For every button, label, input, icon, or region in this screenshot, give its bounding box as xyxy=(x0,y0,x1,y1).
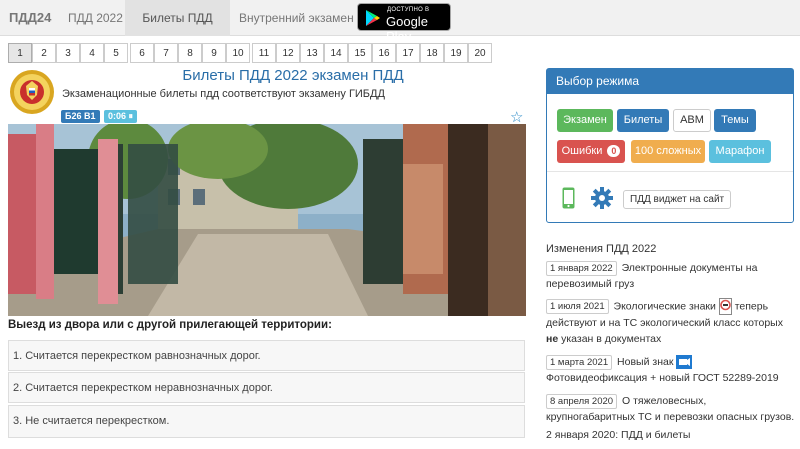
news-item: 1 марта 2021 Новый знак Фотовидеофиксаци… xyxy=(546,354,796,386)
errors-button[interactable]: Ошибки 0 xyxy=(557,140,625,163)
pager-item[interactable]: 14 xyxy=(324,43,348,63)
top-navbar: ПДД24 ПДД 2022 Билеты ПДД 2022 Внутренни… xyxy=(0,0,800,61)
pager-item[interactable]: 8 xyxy=(178,43,202,63)
question-text: Выезд из двора или с другой прилегающей … xyxy=(8,319,332,331)
pager-item[interactable]: 11 xyxy=(252,43,276,63)
pager-item[interactable]: 7 xyxy=(154,43,178,63)
google-play-icon xyxy=(366,10,380,26)
news-bold-word: не xyxy=(546,333,559,345)
pager-item[interactable]: 1 xyxy=(8,43,32,63)
news-text[interactable]: Экологические знаки xyxy=(614,300,716,312)
news-text-end[interactable]: указан в документах xyxy=(561,333,661,345)
errors-button-label: Ошибки xyxy=(561,145,603,157)
mode-panel-title: Выбор режима xyxy=(547,69,793,94)
google-play-big-text: Google Play xyxy=(386,14,428,44)
answer-option[interactable]: 2. Считается перекрестком неравнозначных… xyxy=(8,372,525,403)
marathon-button[interactable]: Марафон xyxy=(709,140,771,163)
timer-badge[interactable]: 0:06 ⏸ xyxy=(104,110,138,123)
pager-item[interactable]: 12 xyxy=(276,43,300,63)
nav-tickets-2022[interactable]: Билеты ПДД 2022 xyxy=(125,0,230,61)
pager-item[interactable]: 3 xyxy=(56,43,80,63)
news-date: 1 июля 2021 xyxy=(546,299,609,315)
news-item: 8 апреля 2020 О тяжеловесных, крупногаба… xyxy=(546,393,796,425)
pager-item[interactable]: 17 xyxy=(396,43,420,63)
camera-sign-icon xyxy=(676,355,693,370)
pager-item[interactable]: 10 xyxy=(226,43,250,63)
pager-item[interactable]: 20 xyxy=(468,43,492,63)
news-date: 1 января 2022 xyxy=(546,261,617,276)
tickets-button[interactable]: Билеты xyxy=(617,109,669,132)
exam-button[interactable]: Экзамен xyxy=(557,109,613,132)
panel-divider xyxy=(547,171,793,172)
news-section-title[interactable]: Изменения ПДД 2022 xyxy=(546,243,656,255)
topics-button[interactable]: Темы xyxy=(714,109,756,132)
news-text[interactable]: Новый знак xyxy=(617,356,673,368)
site-widget-button[interactable]: ПДД виджет на сайт xyxy=(623,190,732,209)
answer-option[interactable]: 3. Не считается перекрестком. xyxy=(8,405,525,438)
errors-count-badge: 0 xyxy=(607,145,621,157)
pager-item[interactable]: 16 xyxy=(372,43,396,63)
abm-button[interactable]: ABM xyxy=(673,109,711,132)
news-text-continued[interactable]: Фотовидеофиксация + новый ГОСТ 52289-201… xyxy=(546,372,779,384)
nav-pdd-2022[interactable]: ПДД 2022 xyxy=(60,0,131,36)
gear-icon[interactable] xyxy=(591,187,613,209)
ticket-number-badge: Б26 В1 xyxy=(61,110,100,123)
google-play-button[interactable]: ДОСТУПНО В Google Play xyxy=(357,3,451,44)
eco-sign-icon xyxy=(718,298,732,315)
pager-item[interactable]: 15 xyxy=(348,43,372,63)
answer-option[interactable]: 1. Считается перекрестком равнозначных д… xyxy=(8,340,525,371)
hard-questions-button[interactable]: 100 сложных xyxy=(631,140,705,163)
news-date: 8 апреля 2020 xyxy=(546,394,618,409)
nav-internal-exam[interactable]: Внутренний экзамен xyxy=(231,0,362,36)
mode-selection-panel: Выбор режима Экзамен Билеты ABM Темы Оши… xyxy=(546,68,794,223)
pager-item[interactable]: 13 xyxy=(300,43,324,63)
page-subtitle: Экзаменационные билеты пдд соответствуют… xyxy=(62,88,385,100)
pager-item[interactable]: 18 xyxy=(420,43,444,63)
pager-item[interactable]: 6 xyxy=(130,43,154,63)
news-item: 1 января 2022 Электронные документы на п… xyxy=(546,260,796,292)
question-image xyxy=(8,124,526,316)
pager-item[interactable]: 2 xyxy=(32,43,56,63)
pager-item[interactable]: 5 xyxy=(104,43,128,63)
pager-item[interactable]: 19 xyxy=(444,43,468,63)
pager-item[interactable]: 4 xyxy=(80,43,104,63)
news-date: 1 марта 2021 xyxy=(546,355,613,370)
gibdd-emblem-icon xyxy=(10,70,54,114)
news-item-plain[interactable]: 2 января 2020: ПДД и билеты xyxy=(546,429,690,441)
site-logo[interactable]: ПДД24 xyxy=(9,10,51,25)
pager-item[interactable]: 9 xyxy=(202,43,226,63)
news-item: 1 июля 2021 Экологические знаки теперь д… xyxy=(546,298,796,347)
page-title: Билеты ПДД 2022 экзамен ПДД xyxy=(182,67,404,84)
google-play-small-text: ДОСТУПНО В xyxy=(387,7,430,13)
mobile-phone-icon[interactable] xyxy=(562,187,575,209)
